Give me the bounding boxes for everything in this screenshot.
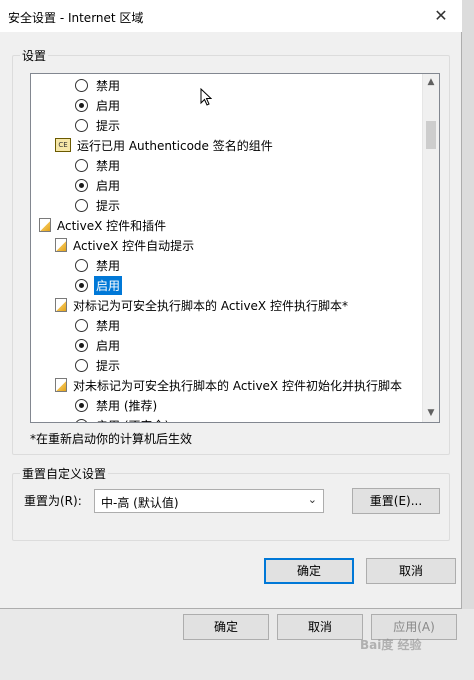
radio-option[interactable]: 启用: [75, 175, 122, 195]
reset-button[interactable]: 重置(E)...: [352, 488, 440, 514]
radio-option-label[interactable]: 禁用: [94, 316, 122, 335]
reset-group-label: 重置自定义设置: [20, 465, 109, 482]
window-title: 安全设置 - Internet 区域: [8, 11, 144, 25]
radio-option-label[interactable]: 禁用 (推荐): [94, 396, 159, 415]
watermark: Bai度 经验: [360, 638, 422, 652]
radio-option-label[interactable]: 提示: [94, 196, 122, 215]
close-icon[interactable]: ✕: [426, 6, 456, 26]
radio-unchecked-icon[interactable]: [75, 418, 88, 422]
settings-group-label: 设置: [20, 47, 49, 64]
setting-icon: [55, 238, 67, 252]
radio-unchecked-icon[interactable]: [75, 118, 88, 132]
radio-option[interactable]: 禁用: [75, 155, 122, 175]
mouse-cursor-icon: [200, 88, 212, 106]
radio-checked-icon[interactable]: [75, 98, 88, 112]
radio-option[interactable]: 禁用: [75, 75, 122, 95]
radio-option[interactable]: 提示: [75, 115, 122, 135]
radio-option[interactable]: 启用: [75, 275, 123, 295]
radio-option-label[interactable]: 启用 (不安全): [94, 416, 171, 423]
radio-unchecked-icon[interactable]: [75, 258, 88, 272]
scroll-thumb[interactable]: [426, 121, 436, 149]
radio-unchecked-icon[interactable]: [75, 198, 88, 212]
setting-icon: [55, 298, 67, 312]
radio-option-label[interactable]: 启用: [94, 336, 122, 355]
setting-category-label: 运行已用 Authenticode 签名的组件: [77, 138, 273, 153]
settings-listbox[interactable]: 禁用 启用 提示 CE 运行已用 Authenticode 签名的组件 禁用 启用 提示 Act…: [30, 73, 440, 423]
radio-option-label[interactable]: 提示: [94, 116, 122, 135]
radio-option-label[interactable]: 启用: [94, 275, 123, 295]
radio-checked-icon[interactable]: [75, 338, 88, 352]
cert-icon: CE: [55, 138, 71, 152]
radio-checked-icon[interactable]: [75, 278, 88, 292]
radio-unchecked-icon[interactable]: [75, 358, 88, 372]
radio-option-label[interactable]: 启用: [94, 96, 122, 115]
scroll-up-icon[interactable]: ▲: [423, 74, 439, 91]
radio-option-label[interactable]: 提示: [94, 356, 122, 375]
radio-unchecked-icon[interactable]: [75, 318, 88, 332]
ok-button[interactable]: 确定: [264, 558, 354, 584]
radio-option-label[interactable]: 禁用: [94, 76, 122, 95]
folder-icon: [39, 218, 51, 232]
radio-option[interactable]: 禁用 (推荐): [75, 395, 159, 415]
radio-checked-icon[interactable]: [75, 398, 88, 412]
scroll-down-icon[interactable]: ▼: [423, 405, 439, 422]
radio-option-label[interactable]: 禁用: [94, 156, 122, 175]
radio-option[interactable]: 禁用: [75, 315, 122, 335]
reset-level-value: 中-高 (默认值): [101, 496, 179, 510]
setting-category: CE 运行已用 Authenticode 签名的组件: [55, 135, 273, 155]
radio-option[interactable]: 提示: [75, 355, 122, 375]
setting-category: ActiveX 控件自动提示: [55, 235, 194, 255]
setting-category-label: 对未标记为可安全执行脚本的 ActiveX 控件初始化并执行脚本: [73, 378, 402, 393]
setting-category-label: ActiveX 控件自动提示: [73, 238, 195, 253]
cancel-button[interactable]: 取消: [366, 558, 456, 584]
setting-category: 对标记为可安全执行脚本的 ActiveX 控件执行脚本*: [55, 295, 348, 315]
chevron-down-icon: ⌄: [307, 493, 317, 506]
title-bar: 安全设置 - Internet 区域 ✕: [0, 0, 462, 32]
settings-list: 禁用 启用 提示 CE 运行已用 Authenticode 签名的组件 禁用 启用 提示 Act…: [31, 74, 422, 422]
radio-option-label[interactable]: 禁用: [94, 256, 122, 275]
setting-category: 对未标记为可安全执行脚本的 ActiveX 控件初始化并执行脚本: [55, 375, 402, 395]
radio-option[interactable]: 禁用: [75, 255, 122, 275]
setting-icon: [55, 378, 67, 392]
parent-cancel-button[interactable]: 取消: [277, 614, 363, 640]
radio-checked-icon[interactable]: [75, 178, 88, 192]
radio-option[interactable]: 启用: [75, 335, 122, 355]
setting-category: ActiveX 控件和插件: [39, 215, 166, 235]
security-settings-dialog: 安全设置 - Internet 区域 ✕ 设置 禁用 启用 提示 CE 运行已用 Aut…: [0, 0, 462, 609]
restart-note: *在重新启动你的计算机后生效: [30, 432, 193, 446]
radio-option[interactable]: 提示: [75, 195, 122, 215]
radio-unchecked-icon[interactable]: [75, 158, 88, 172]
vertical-scrollbar[interactable]: ▲ ▼: [422, 74, 439, 422]
radio-option[interactable]: 启用 (不安全): [75, 415, 171, 423]
reset-level-select[interactable]: 中-高 (默认值) ⌄: [94, 489, 324, 513]
reset-to-label: 重置为(R):: [24, 494, 82, 508]
setting-category-label: 对标记为可安全执行脚本的 ActiveX 控件执行脚本*: [73, 298, 348, 313]
radio-option-label[interactable]: 启用: [94, 176, 122, 195]
setting-category-label: ActiveX 控件和插件: [57, 218, 167, 233]
radio-unchecked-icon[interactable]: [75, 78, 88, 92]
radio-option[interactable]: 启用: [75, 95, 122, 115]
parent-ok-button[interactable]: 确定: [183, 614, 269, 640]
